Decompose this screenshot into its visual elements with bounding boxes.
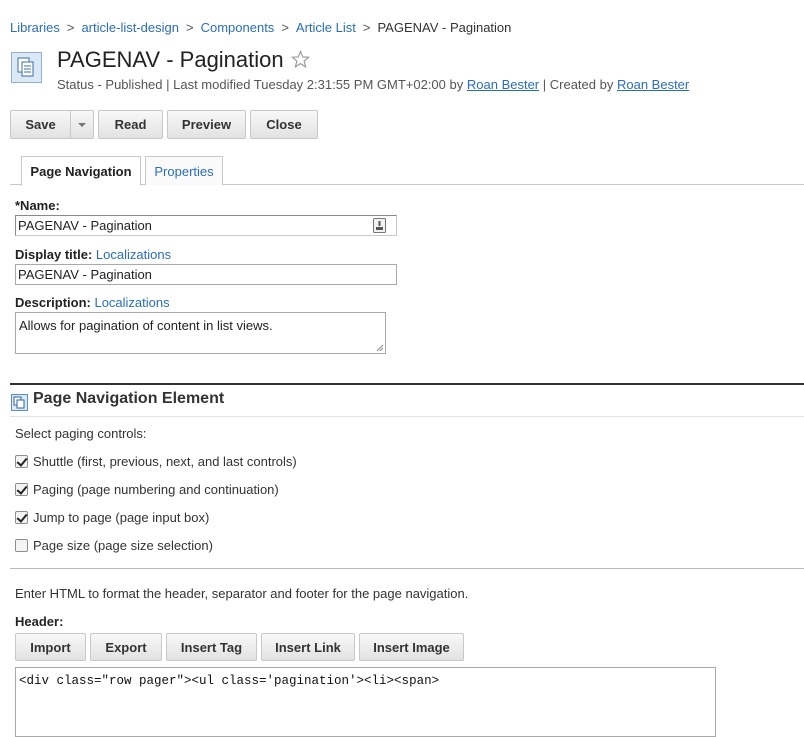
name-label: *Name: [15,198,60,213]
html-section-divider [10,568,804,569]
save-dropdown-button[interactable] [70,110,94,139]
breadcrumb-components[interactable]: Components [201,20,275,35]
star-outline-icon[interactable] [291,50,310,69]
paging-label: Paging (page numbering and continuation) [33,481,279,497]
shuttle-label: Shuttle (first, previous, next, and last… [33,453,297,469]
chevron-down-icon [78,122,86,127]
close-button[interactable]: Close [250,110,318,139]
resize-grip-icon[interactable] [376,344,384,352]
breadcrumb-separator: > [186,20,194,35]
read-button[interactable]: Read [98,110,163,139]
breadcrumb-libraries[interactable]: Libraries [10,20,60,35]
shuttle-option[interactable]: Shuttle (first, previous, next, and last… [15,453,297,469]
display-title-localizations-link[interactable]: Localizations [96,247,171,262]
display-title-label: Display title: Localizations [15,247,171,262]
import-button[interactable]: Import [15,633,86,661]
header-label: Header: [15,614,64,629]
section-subdivider [10,416,804,417]
page-title: PAGENAV - Pagination [57,47,284,72]
component-document-icon [11,52,42,83]
breadcrumb-separator: > [281,20,289,35]
name-field[interactable]: PAGENAV - Pagination [15,215,397,236]
insert-image-button[interactable]: Insert Image [359,633,464,661]
breadcrumb-current: PAGENAV - Pagination [377,20,512,35]
tab-properties[interactable]: Properties [145,156,223,185]
description-field[interactable]: Allows for pagination of content in list… [15,312,386,354]
jump-to-page-option[interactable]: Jump to page (page input box) [15,509,209,525]
description-label: Description: Localizations [15,295,170,310]
page-size-option[interactable]: Page size (page size selection) [15,537,213,553]
breadcrumb-article-list-design[interactable]: article-list-design [81,20,179,35]
breadcrumb-separator: > [362,20,371,35]
breadcrumb-separator: > [66,20,75,35]
breadcrumb: Libraries > article-list-design > Components… [10,20,511,35]
breadcrumb-article-list[interactable]: Article List [296,20,356,35]
jump-to-page-label: Jump to page (page input box) [33,509,210,525]
page-size-label: Page size (page size selection) [33,537,213,553]
html-prompt: Enter HTML to format the header, separat… [15,586,469,601]
insert-tag-button[interactable]: Insert Tag [166,633,257,661]
paging-prompt: Select paging controls: [15,426,147,441]
export-button[interactable]: Export [90,633,162,661]
display-title-label-text: Display title: [15,247,93,262]
created-text: | Created by [542,77,614,92]
localization-icon[interactable] [373,218,386,233]
header-html-editor[interactable]: <div class="row pager"><ul class='pagina… [15,667,716,737]
page-navigation-element-icon [11,394,28,411]
description-localizations-link[interactable]: Localizations [94,295,169,310]
section-divider [10,383,804,385]
status-line: Status - Published | Last modified Tuesd… [57,77,689,92]
paging-checkbox[interactable] [15,482,28,496]
tab-page-navigation[interactable]: Page Navigation [21,156,141,186]
created-by-link[interactable]: Roan Bester [617,77,689,92]
page-size-checkbox[interactable] [15,538,28,552]
shuttle-checkbox[interactable] [15,454,28,468]
jump-to-page-checkbox[interactable] [15,510,28,524]
insert-link-button[interactable]: Insert Link [261,633,355,661]
status-text: Status - Published | Last modified Tuesd… [57,77,464,92]
section-title: Page Navigation Element [33,390,225,407]
save-button[interactable]: Save [10,110,70,139]
description-label-text: Description: [15,295,91,310]
display-title-field[interactable]: PAGENAV - Pagination [15,264,397,285]
preview-button[interactable]: Preview [167,110,246,139]
paging-option[interactable]: Paging (page numbering and continuation) [15,481,279,497]
modified-by-link[interactable]: Roan Bester [467,77,539,92]
